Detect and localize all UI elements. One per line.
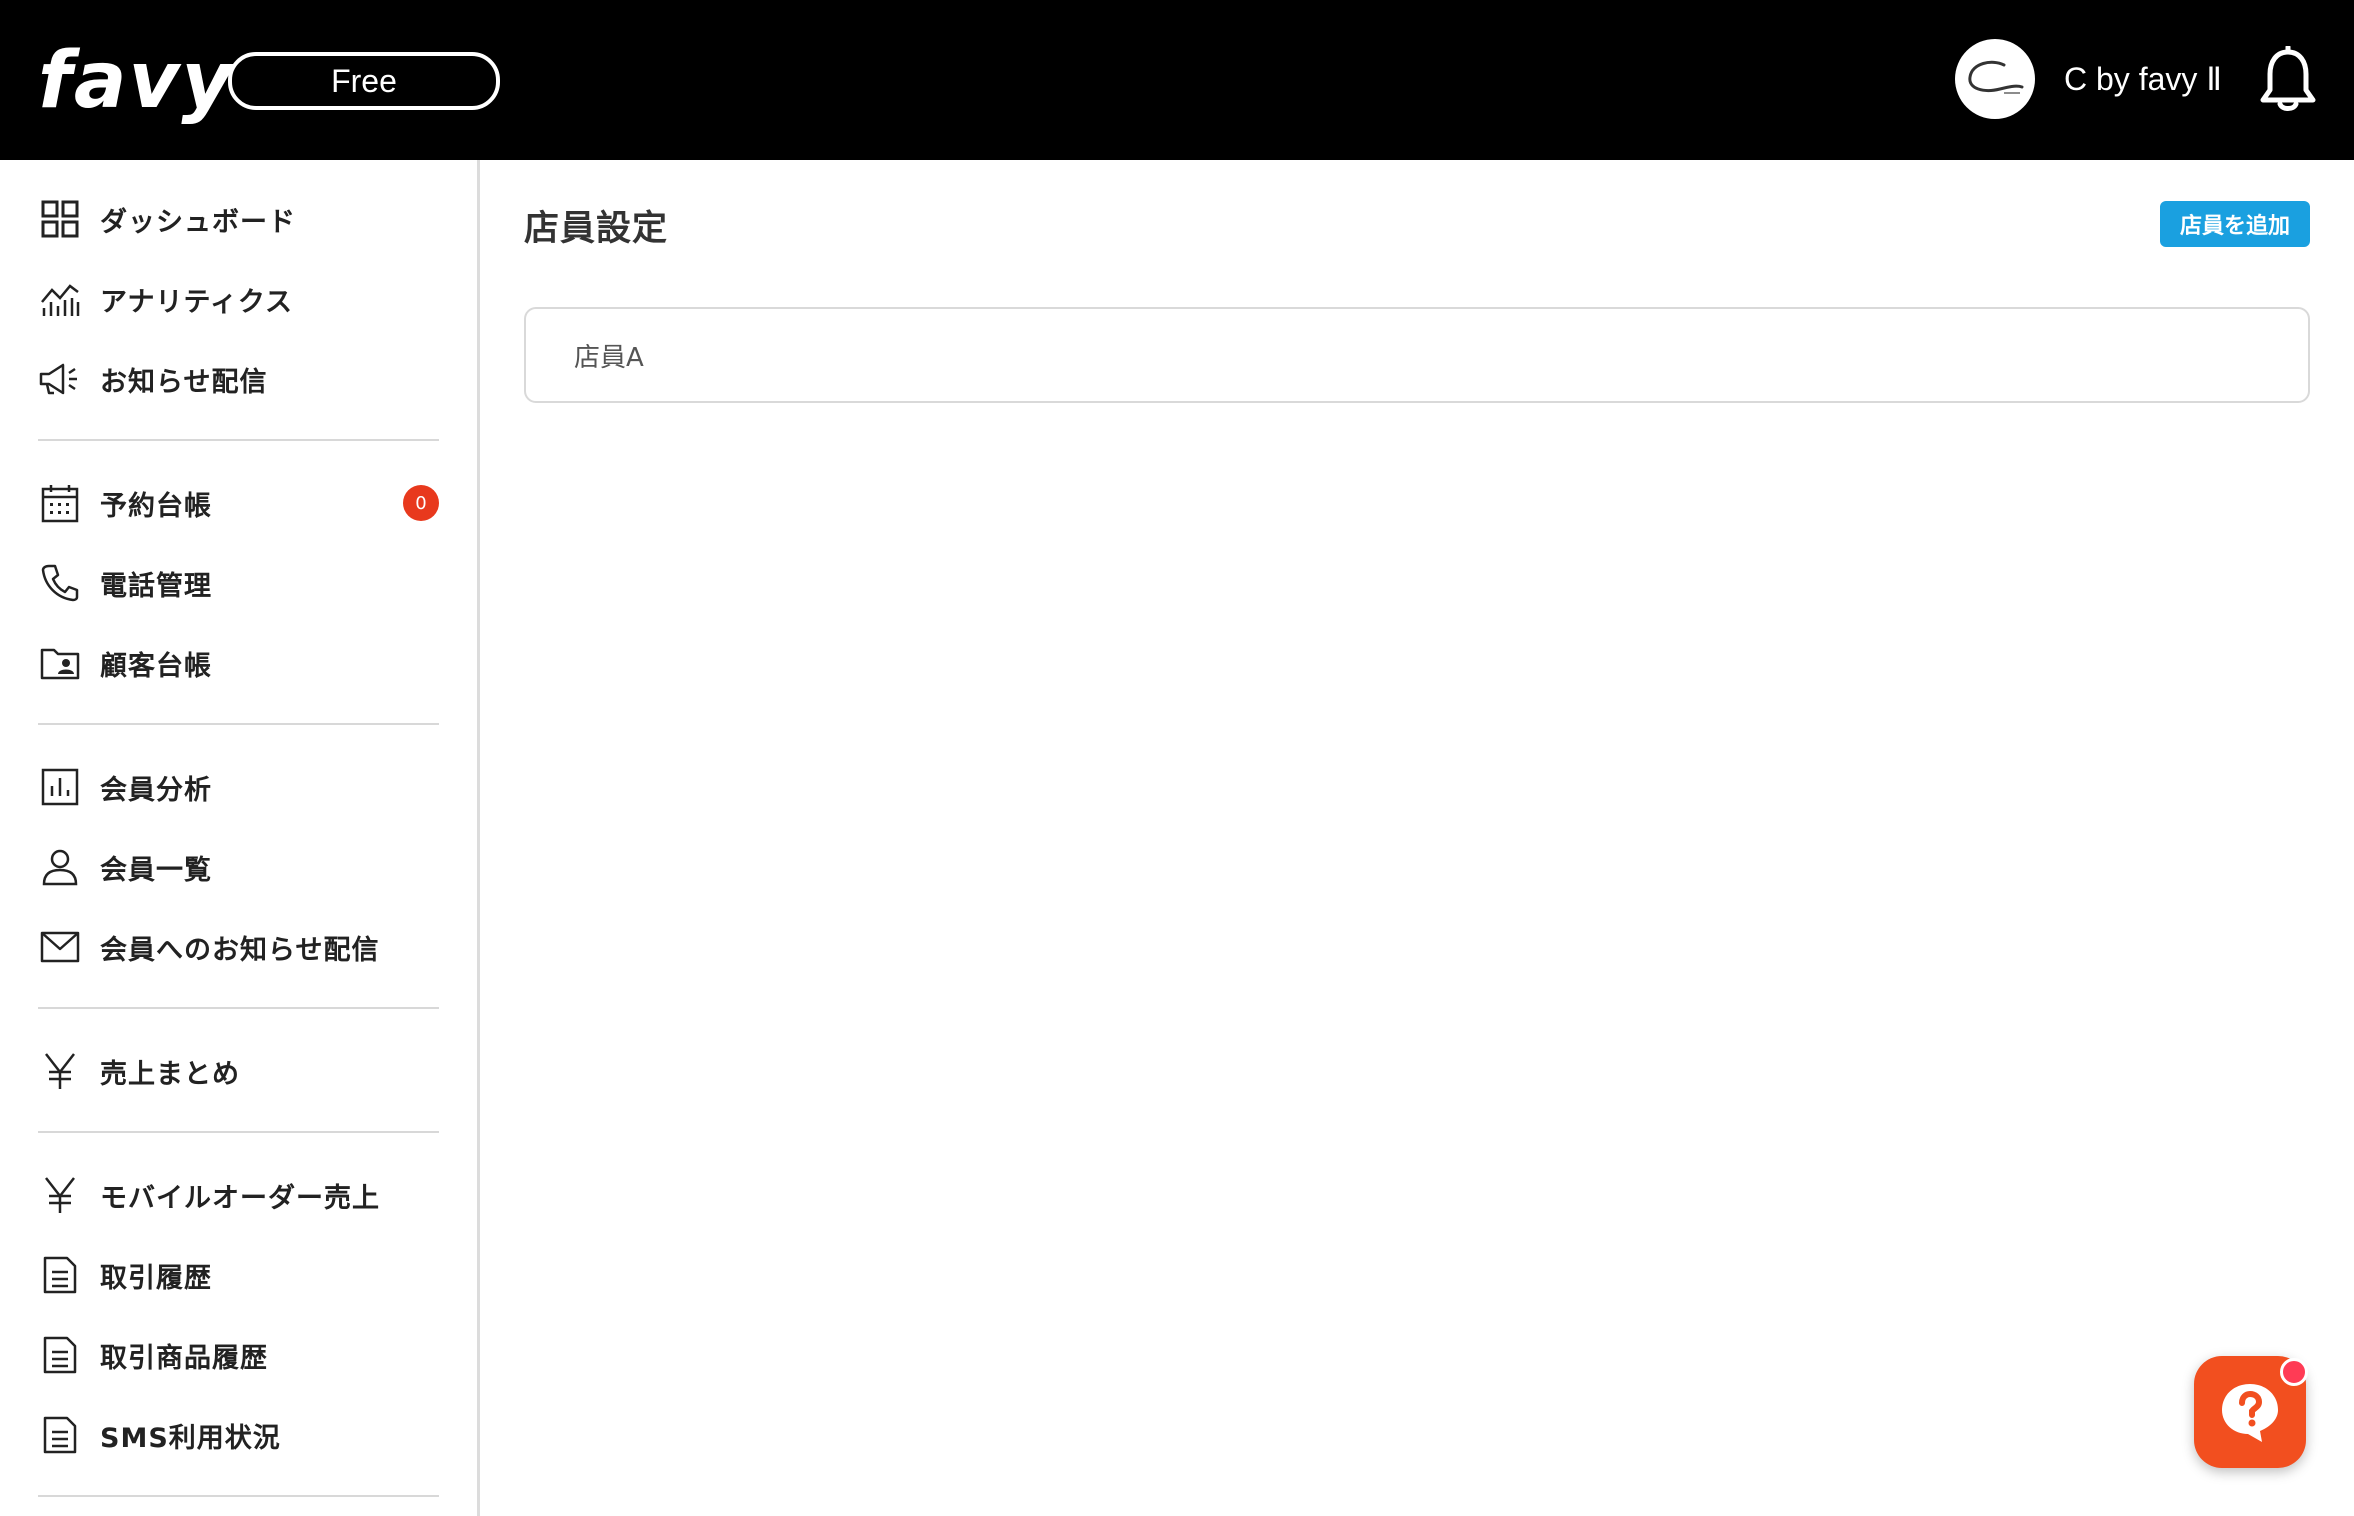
- plan-badge[interactable]: Free: [228, 52, 500, 110]
- sidebar-item-label: モバイルオーダー売上: [100, 1182, 380, 1214]
- analytics-chart-icon: [38, 277, 82, 321]
- notification-bell-icon[interactable]: [2258, 46, 2318, 114]
- nav-group-sales: 売上まとめ: [0, 1031, 477, 1111]
- main-content: 店員設定 店員を追加 店員A: [480, 160, 2354, 1516]
- megaphone-icon: [38, 357, 82, 401]
- divider: [38, 1131, 439, 1133]
- sidebar-item-transaction-item-history[interactable]: 取引商品履歴: [38, 1315, 439, 1395]
- sidebar-item-label: アナリティクス: [100, 286, 294, 318]
- top-header: favy Free C by favy Ⅱ: [0, 0, 2354, 160]
- account-logo-icon: [1968, 60, 2024, 94]
- document-icon: [38, 1253, 82, 1297]
- person-icon: [38, 845, 82, 889]
- divider: [38, 723, 439, 725]
- account-avatar[interactable]: [1955, 39, 2035, 119]
- sidebar-item-label: 電話管理: [100, 570, 212, 602]
- sidebar-item-label: ダッシュボード: [100, 206, 296, 238]
- document-icon: [38, 1333, 82, 1377]
- nav-group-members: 会員分析 会員一覧 会員へのお知らせ配信: [0, 747, 477, 987]
- nav-group-main: ダッシュボード アナリティクス お知らせ配信: [0, 179, 477, 419]
- sidebar-item-label: SMS利用状況: [100, 1422, 281, 1454]
- sidebar: ダッシュボード アナリティクス お知らせ配信 予約台帳 0 電話管理 顧客台帳 …: [0, 160, 480, 1516]
- yen-icon: [38, 1173, 82, 1217]
- sidebar-item-transaction-history[interactable]: 取引履歴: [38, 1235, 439, 1315]
- staff-name: 店員A: [574, 342, 644, 373]
- staff-list-item[interactable]: 店員A: [524, 307, 2310, 403]
- sidebar-item-label: 取引履歴: [100, 1262, 212, 1294]
- favy-logo[interactable]: favy: [38, 36, 234, 126]
- sidebar-item-sales-summary[interactable]: 売上まとめ: [38, 1031, 439, 1111]
- sidebar-item-label: 会員分析: [100, 774, 212, 806]
- nav-group-reservations: 予約台帳 0 電話管理 顧客台帳: [0, 463, 477, 703]
- customer-folder-icon: [38, 641, 82, 685]
- staff-list: 店員A: [524, 307, 2310, 403]
- sidebar-item-member-list[interactable]: 会員一覧: [38, 827, 439, 907]
- sidebar-item-label: お知らせ配信: [100, 366, 268, 398]
- document-icon: [38, 1413, 82, 1457]
- divider: [38, 1495, 439, 1497]
- account-name[interactable]: C by favy Ⅱ: [2064, 56, 2222, 102]
- sidebar-item-mobile-order-sales[interactable]: モバイルオーダー売上: [38, 1155, 439, 1235]
- sidebar-item-label: 予約台帳: [100, 490, 212, 522]
- sidebar-item-label: 取引商品履歴: [100, 1342, 268, 1374]
- notification-count-badge: 0: [403, 485, 439, 521]
- add-staff-button[interactable]: 店員を追加: [2159, 201, 2310, 247]
- sidebar-item-customers[interactable]: 顧客台帳: [38, 623, 439, 703]
- question-chat-icon: [2222, 1384, 2278, 1442]
- sidebar-item-phone[interactable]: 電話管理: [38, 543, 439, 623]
- divider: [38, 1007, 439, 1009]
- sidebar-item-dashboard[interactable]: ダッシュボード: [38, 179, 439, 259]
- phone-icon: [38, 561, 82, 605]
- mail-icon: [38, 925, 82, 969]
- page-title: 店員設定: [524, 209, 669, 249]
- bar-chart-icon: [38, 765, 82, 809]
- sidebar-item-sms-usage[interactable]: SMS利用状況: [38, 1395, 439, 1475]
- sidebar-item-member-announcements[interactable]: 会員へのお知らせ配信: [38, 907, 439, 987]
- sidebar-item-member-analysis[interactable]: 会員分析: [38, 747, 439, 827]
- sidebar-item-announcements[interactable]: お知らせ配信: [38, 339, 439, 419]
- sidebar-item-label: 売上まとめ: [100, 1058, 240, 1090]
- yen-icon: [38, 1049, 82, 1093]
- sidebar-item-analytics[interactable]: アナリティクス: [38, 259, 439, 339]
- help-notification-dot: [2280, 1358, 2308, 1386]
- divider: [38, 439, 439, 441]
- nav-group-mobile-order: モバイルオーダー売上 取引履歴 取引商品履歴 SMS利用状況: [0, 1155, 477, 1475]
- sidebar-item-label: 会員へのお知らせ配信: [100, 934, 380, 966]
- dashboard-grid-icon: [38, 197, 82, 241]
- sidebar-item-label: 顧客台帳: [100, 650, 212, 682]
- calendar-icon: [38, 481, 82, 525]
- sidebar-item-reservations[interactable]: 予約台帳 0: [38, 463, 439, 543]
- sidebar-item-label: 会員一覧: [100, 854, 212, 886]
